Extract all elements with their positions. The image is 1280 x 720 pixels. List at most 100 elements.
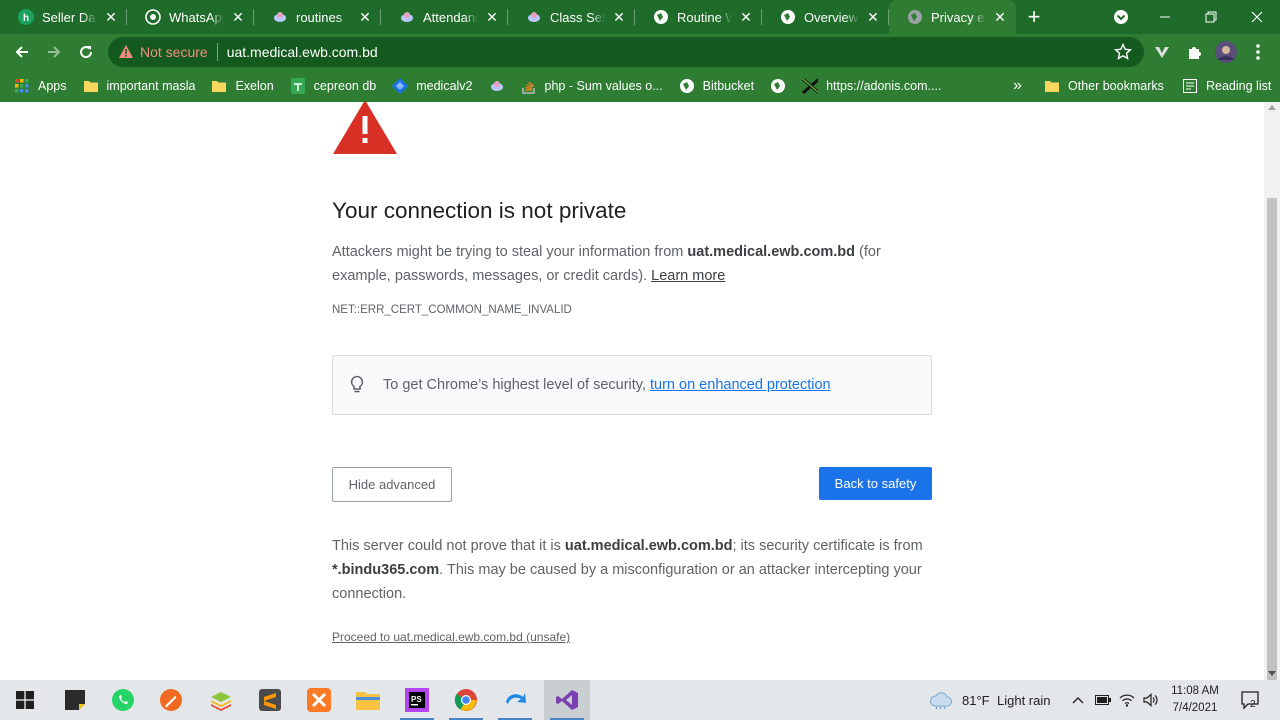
- chrome-app[interactable]: [443, 680, 489, 720]
- close-tab-icon[interactable]: ✕: [103, 9, 119, 25]
- school-icon: [399, 9, 415, 25]
- reading-list[interactable]: Reading list: [1174, 72, 1279, 100]
- bookmark-school[interactable]: [481, 72, 513, 100]
- weather-description[interactable]: Light rain: [997, 693, 1050, 708]
- page-content: Your connection is not private Attackers…: [0, 102, 1264, 680]
- tab-seller-dashboard[interactable]: h Seller Dashboard ✕: [0, 0, 127, 34]
- profile-avatar[interactable]: [1214, 36, 1238, 68]
- whatsapp-icon: [145, 9, 161, 25]
- pen-app[interactable]: [148, 680, 194, 720]
- bookmark-bitbucket[interactable]: Bitbucket: [671, 72, 762, 100]
- page-scrollbar[interactable]: [1264, 102, 1280, 720]
- whatsapp-app[interactable]: [100, 680, 146, 720]
- url-text[interactable]: uat.medical.ewb.com.bd: [227, 44, 378, 60]
- overflow-chevron-icon: »: [1013, 77, 1022, 94]
- system-clock[interactable]: 11:08 AM 7/4/2021: [1164, 683, 1226, 717]
- tab-title: Attendance: [423, 9, 478, 25]
- bluestacks-app[interactable]: [198, 680, 244, 720]
- enhanced-protection-link[interactable]: turn on enhanced protection: [650, 377, 831, 393]
- tab-routines[interactable]: routines ✕: [254, 0, 381, 34]
- certificate-host: *.bindu365.com: [332, 562, 440, 578]
- chrome-menu-button[interactable]: [1246, 36, 1270, 68]
- school-icon: [526, 9, 542, 25]
- phpstorm-app[interactable]: PS: [394, 680, 440, 720]
- battery-icon: [1095, 695, 1111, 705]
- xampp-app[interactable]: [296, 680, 342, 720]
- tab-privacy-error[interactable]: Privacy error ✕: [889, 0, 1016, 34]
- close-tab-icon[interactable]: ✕: [865, 9, 881, 25]
- bookmark-exelon[interactable]: Exelon: [203, 72, 281, 100]
- back-button[interactable]: [6, 36, 38, 68]
- wifi-status[interactable]: [1116, 680, 1138, 720]
- security-indicator[interactable]: Not secure: [118, 44, 208, 60]
- back-to-safety-button[interactable]: Back to safety: [819, 467, 932, 500]
- proceed-unsafe-link[interactable]: Proceed to uat.medical.ewb.com.bd (unsaf…: [332, 630, 570, 644]
- action-center-button[interactable]: 2: [1234, 680, 1268, 720]
- omnibox-divider: [216, 43, 218, 61]
- hide-advanced-button[interactable]: Hide advanced: [332, 467, 452, 502]
- globe-icon: [780, 9, 796, 25]
- host-name: uat.medical.ewb.com.bd: [687, 244, 855, 260]
- learn-more-link[interactable]: Learn more: [651, 268, 725, 284]
- bookmark-medicalv2[interactable]: medicalv2: [384, 72, 480, 100]
- minimize-button[interactable]: [1142, 0, 1188, 34]
- bookmarks-bar: Apps important masla Exelon cepreon db m…: [0, 70, 1280, 102]
- reload-button[interactable]: [70, 36, 102, 68]
- visual-studio-app[interactable]: [544, 680, 590, 720]
- show-hidden-icons[interactable]: [1066, 680, 1090, 720]
- bookmark-cepreon-db[interactable]: cepreon db: [282, 72, 385, 100]
- restore-icon: [1205, 11, 1217, 23]
- close-tab-icon[interactable]: ✕: [230, 9, 246, 25]
- bookmark-apps[interactable]: Apps: [6, 72, 75, 100]
- tab-overview[interactable]: Overview — ✕: [762, 0, 889, 34]
- folder-icon: [83, 78, 99, 94]
- tab-class-settings[interactable]: Class Settings ✕: [508, 0, 635, 34]
- extensions-button[interactable]: [1182, 36, 1206, 68]
- host-name: uat.medical.ewb.com.bd: [564, 538, 733, 554]
- close-tab-icon[interactable]: ✕: [738, 9, 754, 25]
- scroll-up-arrow[interactable]: [1268, 105, 1276, 110]
- close-window-button[interactable]: [1234, 0, 1280, 34]
- sublime-text-app[interactable]: [247, 680, 293, 720]
- back-arrow-icon: [15, 46, 28, 58]
- tab-strip: h Seller Dashboard ✕ WhatsApp ✕ routines…: [0, 0, 1280, 34]
- close-tab-icon[interactable]: ✕: [992, 9, 1008, 25]
- weather-temperature[interactable]: 81°F: [962, 693, 990, 708]
- anydesk-app[interactable]: [492, 680, 538, 720]
- error-description: Attackers might be trying to steal your …: [332, 244, 881, 284]
- sublime-icon: [259, 689, 281, 711]
- close-tab-icon[interactable]: ✕: [611, 9, 627, 25]
- scrollbar-thumb[interactable]: [1267, 198, 1277, 720]
- file-explorer-app[interactable]: [345, 680, 391, 720]
- start-button[interactable]: [2, 680, 48, 720]
- close-tab-icon[interactable]: ✕: [357, 9, 373, 25]
- volume-control[interactable]: [1140, 680, 1162, 720]
- bookmark-important-masla[interactable]: important masla: [75, 72, 204, 100]
- bookmark-label: Reading list: [1206, 79, 1272, 93]
- vpn-extension-button[interactable]: [1150, 36, 1174, 68]
- new-tab-button[interactable]: +: [1020, 0, 1048, 34]
- bookmark-php-sum-values[interactable]: php - Sum values o...: [513, 72, 671, 100]
- tab-search-button[interactable]: [1098, 0, 1144, 34]
- tab-routine-wise[interactable]: Routine Wise ✕: [635, 0, 762, 34]
- restore-button[interactable]: [1188, 0, 1234, 34]
- bookmark-label: php - Sum values o...: [544, 79, 663, 93]
- whatsapp-icon: [112, 689, 134, 711]
- other-bookmarks[interactable]: Other bookmarks: [1036, 72, 1172, 100]
- weather-icon[interactable]: [918, 680, 964, 720]
- tab-whatsapp[interactable]: WhatsApp ✕: [127, 0, 254, 34]
- battery-status[interactable]: [1092, 680, 1114, 720]
- tab-attendance[interactable]: Attendance ✕: [381, 0, 508, 34]
- bookmarks-overflow-button[interactable]: »: [1005, 72, 1030, 100]
- sticky-notes-app[interactable]: [52, 680, 98, 720]
- bookmark-globe[interactable]: [762, 72, 794, 100]
- forward-button[interactable]: [38, 36, 70, 68]
- bookmark-adonis[interactable]: https://adonis.com....: [794, 72, 949, 100]
- close-tab-icon[interactable]: ✕: [484, 9, 500, 25]
- visual-studio-icon: [556, 690, 578, 710]
- chrome-icon: [454, 689, 477, 711]
- address-bar[interactable]: Not secure uat.medical.ewb.com.bd: [108, 37, 1144, 67]
- phpstorm-icon: PS: [405, 688, 429, 712]
- bookmark-star-icon[interactable]: [1113, 42, 1133, 66]
- scroll-down-arrow[interactable]: [1268, 671, 1276, 676]
